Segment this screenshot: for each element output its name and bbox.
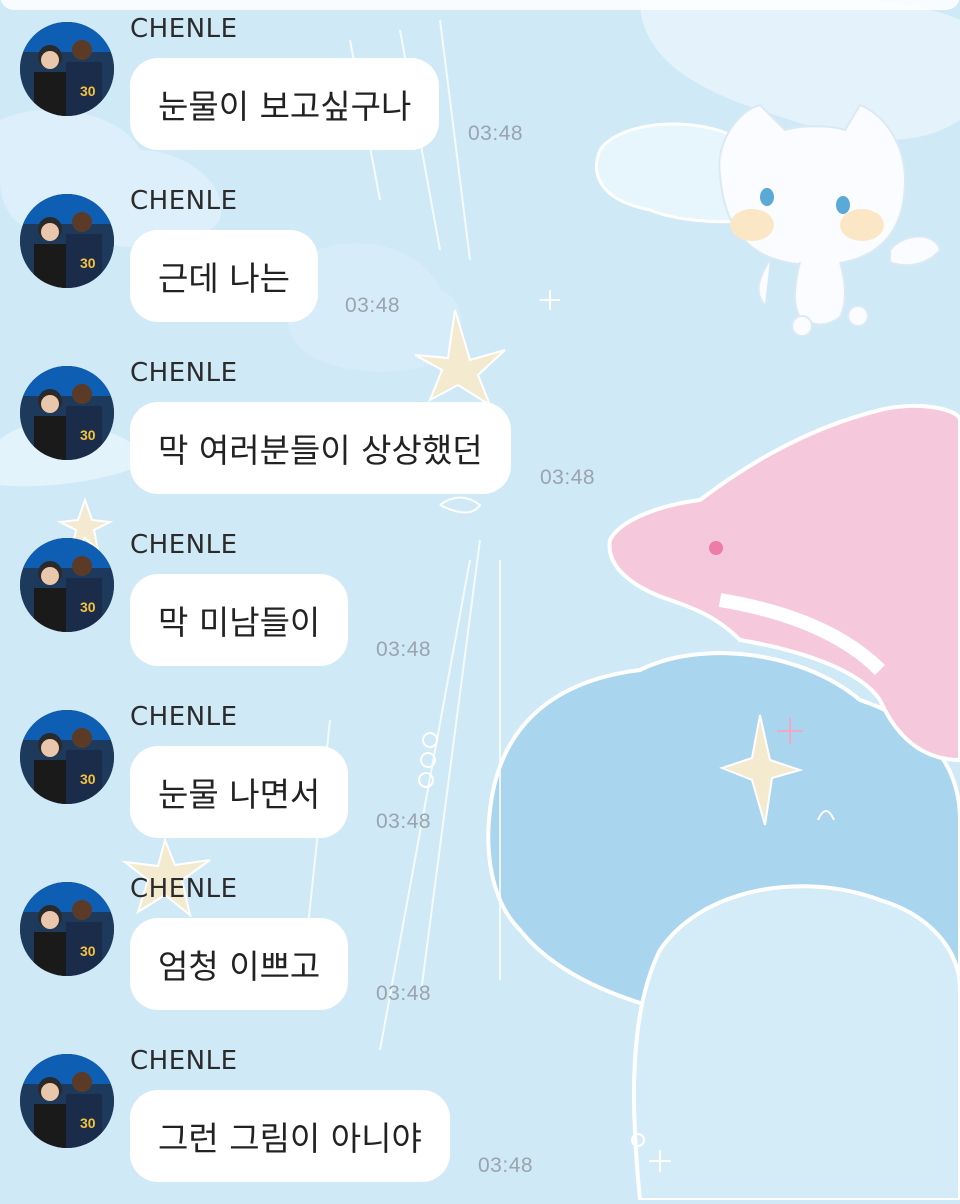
sender-name: CHENLE <box>130 874 238 904</box>
message-bubble[interactable]: 눈물 나면서 <box>130 746 349 838</box>
message-timestamp: 03:48 <box>376 810 432 833</box>
sender-name: CHENLE <box>130 358 238 388</box>
sender-name: CHENLE <box>130 702 238 732</box>
chat-message: 30 CHENLE 근데 나는 03:48 <box>0 172 960 344</box>
message-bubble[interactable]: 막 미남들이 <box>130 574 349 666</box>
avatar-photo-icon: 30 <box>20 194 114 288</box>
message-bubble[interactable]: 눈물이 보고싶구나 <box>130 58 440 150</box>
message-timestamp: 03:48 <box>478 1154 534 1177</box>
message-timestamp: 03:48 <box>376 982 432 1005</box>
svg-text:30: 30 <box>80 599 96 615</box>
sender-name: CHENLE <box>130 530 238 560</box>
svg-text:30: 30 <box>80 255 96 271</box>
avatar[interactable]: 30 <box>20 882 114 976</box>
avatar-photo-icon: 30 <box>20 710 114 804</box>
avatar-photo-icon: 30 <box>20 22 114 116</box>
avatar-photo-icon: 30 <box>20 538 114 632</box>
chat-message: 30 CHENLE 막 미남들이 03:48 <box>0 516 960 688</box>
svg-text:30: 30 <box>80 943 96 959</box>
avatar[interactable]: 30 <box>20 1054 114 1148</box>
avatar[interactable]: 30 <box>20 710 114 804</box>
top-bar-edge <box>0 0 960 10</box>
avatar-photo-icon: 30 <box>20 882 114 976</box>
message-bubble[interactable]: 그런 그림이 아니야 <box>130 1090 450 1182</box>
avatar-photo-icon: 30 <box>20 1054 114 1148</box>
message-timestamp: 03:48 <box>540 466 596 489</box>
sender-name: CHENLE <box>130 14 238 44</box>
svg-text:30: 30 <box>80 771 96 787</box>
svg-text:30: 30 <box>80 83 96 99</box>
message-timestamp: 03:48 <box>345 294 401 317</box>
chat-message: 30 CHENLE 막 여러분들이 상상했던 03:48 <box>0 344 960 516</box>
svg-text:30: 30 <box>80 427 96 443</box>
avatar-photo-icon: 30 <box>20 366 114 460</box>
svg-text:30: 30 <box>80 1115 96 1131</box>
message-bubble[interactable]: 엄청 이쁘고 <box>130 918 349 1010</box>
message-bubble[interactable]: 근데 나는 <box>130 230 318 322</box>
avatar[interactable]: 30 <box>20 194 114 288</box>
chat-message: 30 CHENLE 그런 그림이 아니야 03:48 <box>0 1032 960 1204</box>
sender-name: CHENLE <box>130 1046 238 1076</box>
avatar[interactable]: 30 <box>20 538 114 632</box>
message-bubble[interactable]: 막 여러분들이 상상했던 <box>130 402 511 494</box>
message-timestamp: 03:48 <box>376 638 432 661</box>
avatar[interactable]: 30 <box>20 22 114 116</box>
avatar[interactable]: 30 <box>20 366 114 460</box>
chat-message: 30 CHENLE 엄청 이쁘고 03:48 <box>0 860 960 1032</box>
sender-name: CHENLE <box>130 186 238 216</box>
message-timestamp: 03:48 <box>468 122 524 145</box>
chat-message: 30 CHENLE 눈물 나면서 03:48 <box>0 688 960 860</box>
chat-message: 30 CHENLE 눈물이 보고싶구나 03:48 <box>0 0 960 172</box>
